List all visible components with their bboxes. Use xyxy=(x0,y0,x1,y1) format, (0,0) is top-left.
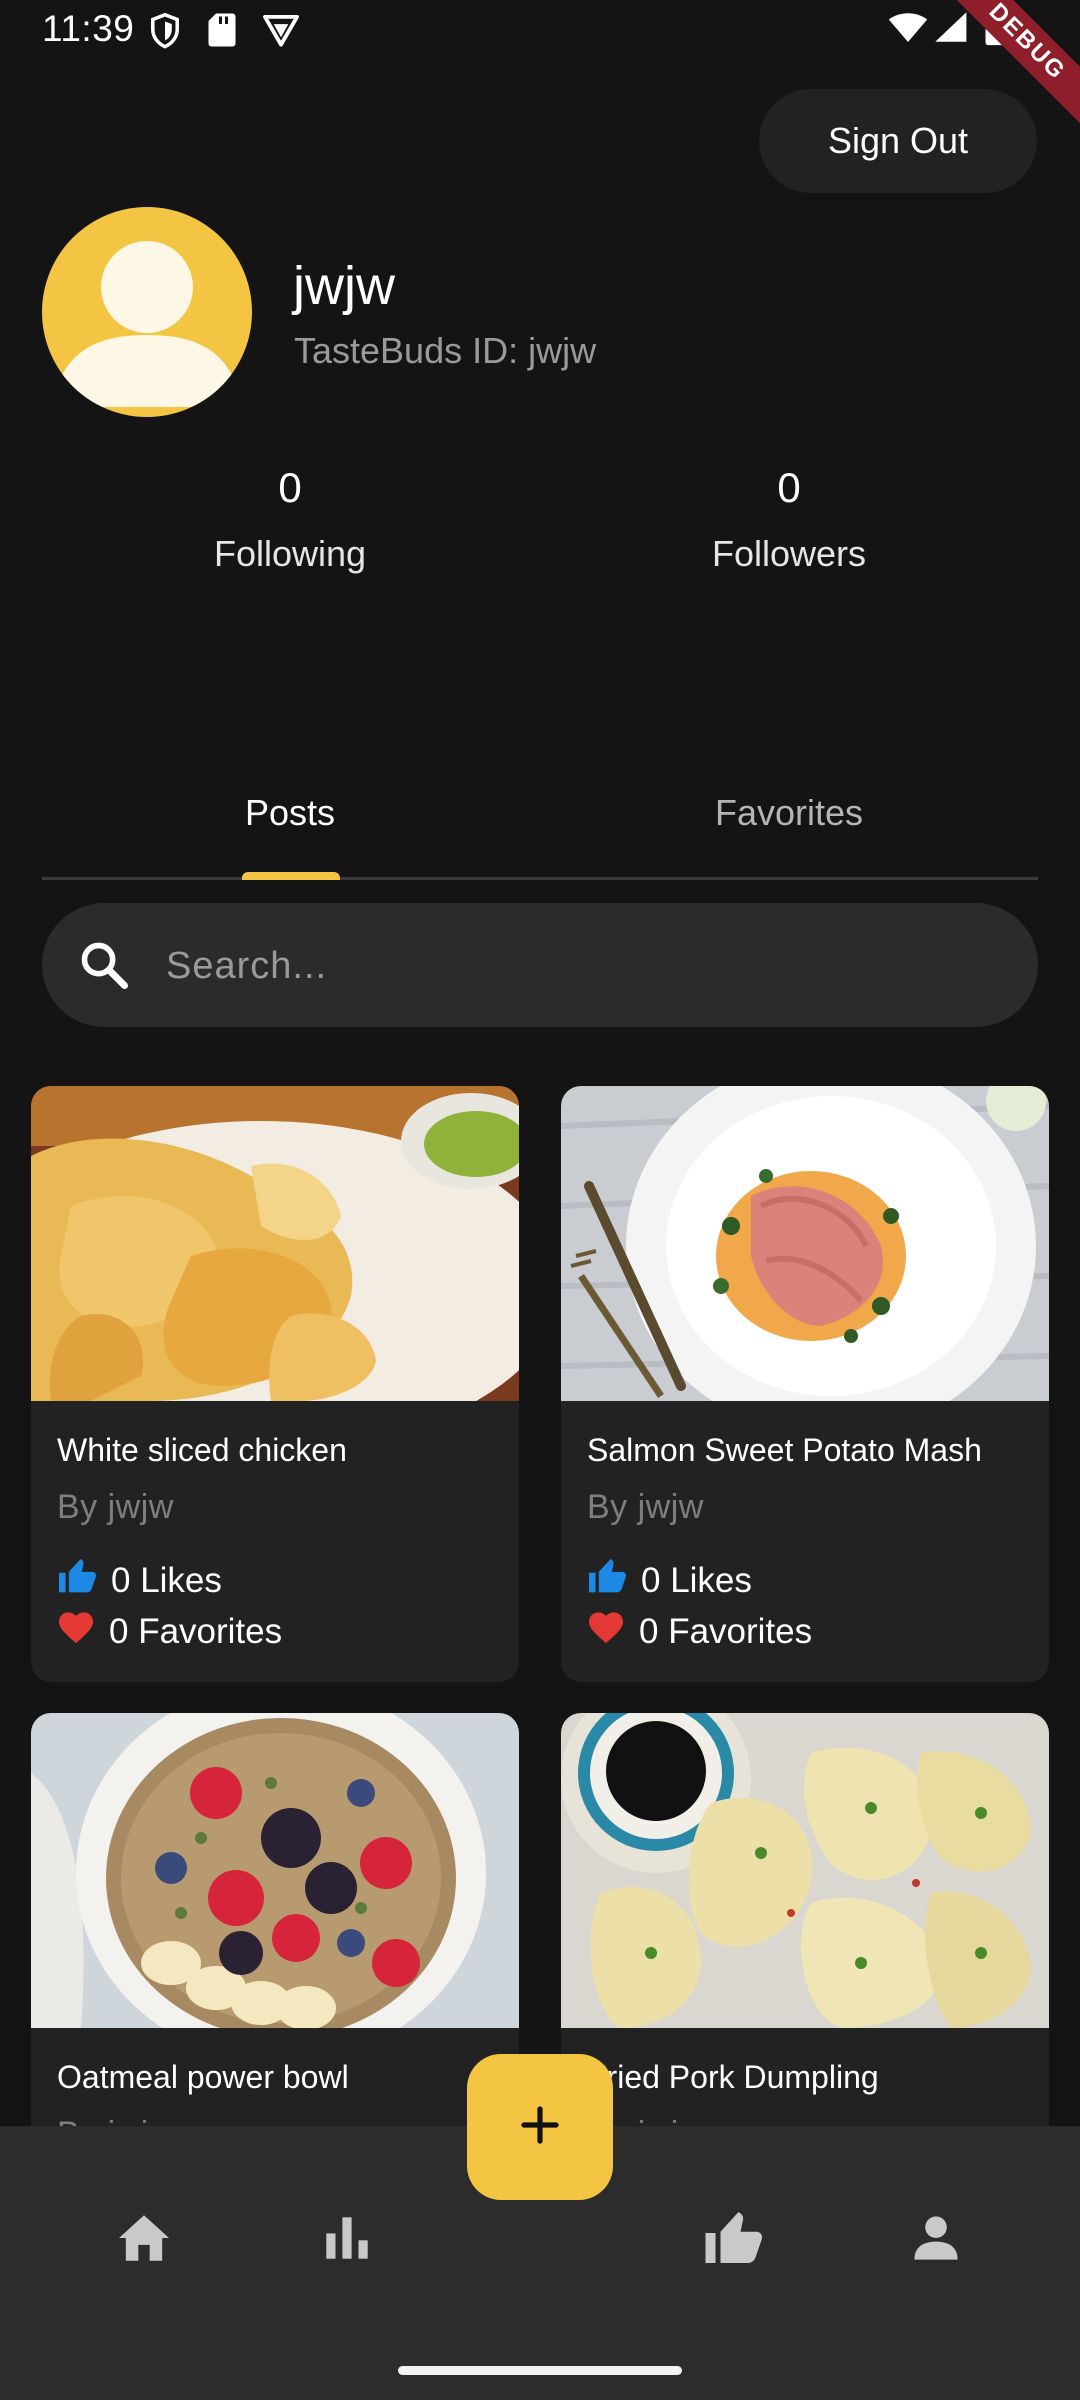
sign-out-button[interactable]: Sign Out xyxy=(759,89,1037,193)
post-image-chicken xyxy=(31,1086,519,1401)
post-likes[interactable]: 0 Likes xyxy=(57,1558,222,1603)
heart-icon xyxy=(587,1610,625,1653)
vpn-icon xyxy=(262,12,300,53)
nav-home[interactable] xyxy=(104,2200,184,2280)
bar-chart-icon xyxy=(324,2215,370,2266)
heart-icon xyxy=(57,1610,95,1653)
post-image-dumplings xyxy=(561,1713,1049,2028)
profile-username: jwjw xyxy=(293,256,395,316)
add-post-button[interactable] xyxy=(467,2054,613,2200)
post-card[interactable]: White sliced chicken By jwjw 0 Likes 0 F… xyxy=(31,1086,519,1682)
status-bar: 11:39 xyxy=(0,0,1080,62)
post-image-oatmeal xyxy=(31,1713,519,2028)
post-favorites[interactable]: 0 Favorites xyxy=(57,1610,282,1653)
post-title: White sliced chicken xyxy=(57,1432,347,1468)
likes-count: 0 Likes xyxy=(111,1560,222,1600)
post-likes[interactable]: 0 Likes xyxy=(587,1558,752,1603)
nav-likes[interactable] xyxy=(693,2200,773,2280)
post-title: Salmon Sweet Potato Mash xyxy=(587,1432,982,1468)
post-card[interactable]: Salmon Sweet Potato Mash By jwjw 0 Likes… xyxy=(561,1086,1049,1682)
sd-card-icon xyxy=(207,12,237,53)
person-icon xyxy=(912,2214,960,2267)
post-title: Oatmeal power bowl xyxy=(57,2059,349,2095)
followers-label[interactable]: Followers xyxy=(639,533,939,575)
following-label[interactable]: Following xyxy=(140,533,440,575)
home-icon xyxy=(116,2213,172,2268)
thumbs-up-icon xyxy=(587,1558,627,1603)
tab-active-indicator xyxy=(242,872,340,880)
home-indicator[interactable] xyxy=(398,2366,682,2375)
post-favorites[interactable]: 0 Favorites xyxy=(587,1610,812,1653)
tab-divider xyxy=(42,877,1038,880)
followers-count: 0 xyxy=(777,464,801,511)
shield-icon xyxy=(148,12,182,55)
add-icon xyxy=(520,2105,560,2150)
post-author: By jwjw xyxy=(587,1488,704,1526)
tab-posts[interactable]: Posts xyxy=(140,792,440,834)
thumbs-up-icon xyxy=(703,2210,763,2271)
search-input[interactable] xyxy=(164,903,988,1029)
thumbs-up-icon xyxy=(57,1558,97,1603)
search-icon xyxy=(78,939,130,996)
cell-signal-icon xyxy=(932,10,968,49)
post-author: By jwjw xyxy=(57,1488,174,1526)
likes-count: 0 Likes xyxy=(641,1560,752,1600)
following-count: 0 xyxy=(278,464,302,511)
favorites-count: 0 Favorites xyxy=(639,1611,813,1651)
profile-id: TasteBuds ID: jwjw xyxy=(294,330,597,371)
nav-stats[interactable] xyxy=(307,2200,387,2280)
tab-favorites[interactable]: Favorites xyxy=(639,792,939,834)
status-time: 11:39 xyxy=(42,8,135,49)
wifi-icon xyxy=(888,10,928,49)
search-bar[interactable] xyxy=(42,903,1038,1029)
post-title: Fried Pork Dumpling xyxy=(587,2059,879,2095)
nav-profile[interactable] xyxy=(896,2200,976,2280)
post-image-salmon xyxy=(561,1086,1049,1401)
person-placeholder-icon xyxy=(52,241,242,407)
avatar[interactable] xyxy=(42,207,252,417)
favorites-count: 0 Favorites xyxy=(109,1611,283,1651)
